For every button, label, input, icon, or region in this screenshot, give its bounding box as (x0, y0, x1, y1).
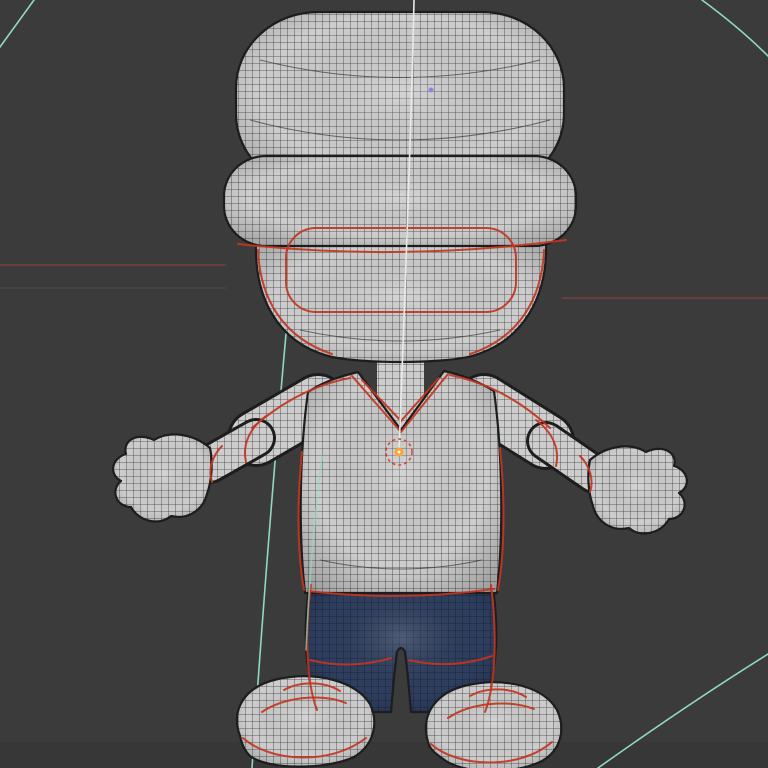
viewport-stage (0, 0, 768, 768)
viewport-canvas[interactable] (0, 0, 768, 768)
floor-shadow-strip (0, 742, 768, 768)
shoe-left-shading-layer (237, 676, 375, 767)
head[interactable] (222, 10, 578, 364)
shoe-right[interactable] (424, 681, 563, 768)
origin-dot-center (397, 450, 401, 454)
shoe-left[interactable] (235, 675, 376, 768)
vertex-highlight-dot[interactable] (428, 87, 434, 93)
beanie-brim-shading-layer (224, 156, 576, 246)
